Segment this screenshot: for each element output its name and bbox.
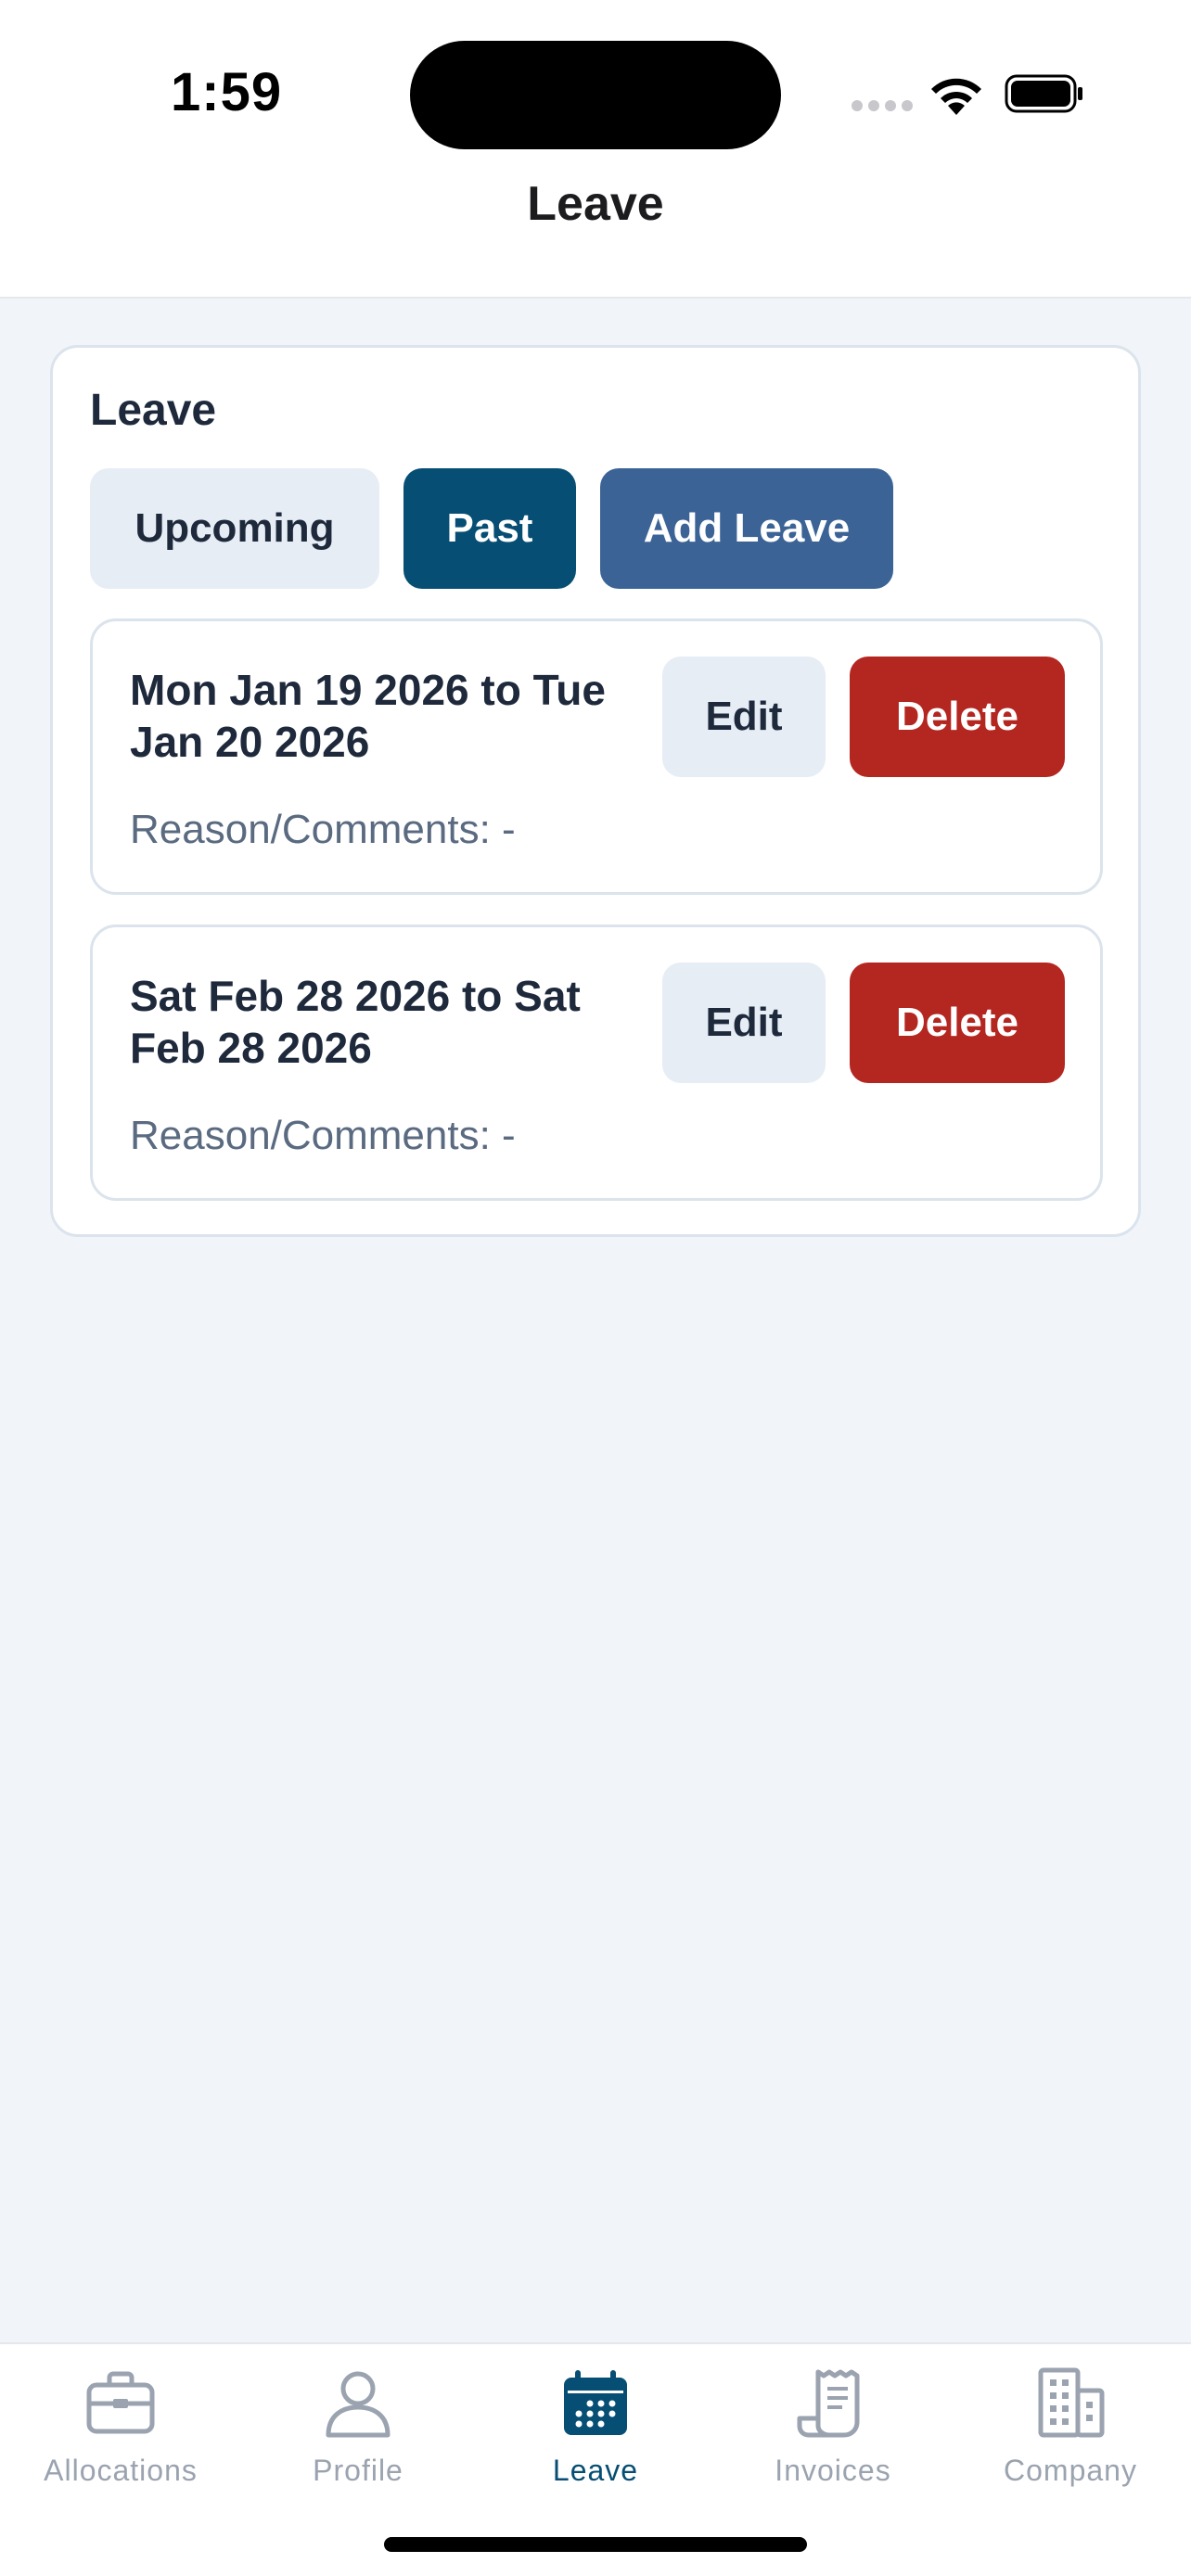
leave-item: Sat Feb 28 2026 to Sat Feb 28 2026 Reaso… xyxy=(90,925,1103,1201)
battery-icon xyxy=(1005,74,1082,113)
tab-company[interactable]: Company xyxy=(952,2344,1189,2502)
tab-label: Invoices xyxy=(775,2454,891,2487)
building-icon xyxy=(1038,2367,1105,2438)
tab-label: Profile xyxy=(313,2454,403,2487)
tab-invoices[interactable]: Invoices xyxy=(714,2344,952,2502)
person-icon xyxy=(326,2371,391,2438)
tab-label: Leave xyxy=(552,2454,639,2487)
receipt-icon xyxy=(797,2369,860,2438)
tab-profile[interactable]: Profile xyxy=(239,2344,477,2502)
tab-label: Allocations xyxy=(44,2454,198,2487)
briefcase-icon xyxy=(86,2371,155,2434)
card-title: Leave xyxy=(90,386,217,435)
tab-label: Company xyxy=(1004,2454,1137,2487)
past-button[interactable]: Past xyxy=(403,468,576,589)
status-bar: 1:59 xyxy=(0,0,1191,176)
cellular-signal-icon xyxy=(852,100,913,111)
delete-button[interactable]: Delete xyxy=(850,657,1065,777)
edit-button[interactable]: Edit xyxy=(662,963,826,1083)
home-indicator xyxy=(384,2537,807,2552)
filter-button-row: Upcoming Past Add Leave xyxy=(90,468,893,589)
navigation-bar: Leave xyxy=(0,176,1191,299)
leave-dates: Sat Feb 28 2026 to Sat Feb 28 2026 xyxy=(130,972,581,1072)
wifi-icon xyxy=(931,78,981,115)
add-leave-button[interactable]: Add Leave xyxy=(600,468,893,589)
upcoming-button[interactable]: Upcoming xyxy=(90,468,379,589)
tab-leave[interactable]: Leave xyxy=(477,2344,714,2502)
leave-dates: Mon Jan 19 2026 to Tue Jan 20 2026 xyxy=(130,666,606,766)
tab-allocations[interactable]: Allocations xyxy=(2,2344,239,2502)
edit-button[interactable]: Edit xyxy=(662,657,826,777)
dynamic-island xyxy=(410,41,781,149)
page-title: Leave xyxy=(527,177,664,231)
status-time: 1:59 xyxy=(171,62,283,122)
calendar-icon xyxy=(564,2370,627,2435)
leave-reason: Reason/Comments: - xyxy=(130,807,516,852)
leave-item: Mon Jan 19 2026 to Tue Jan 20 2026 Reaso… xyxy=(90,618,1103,895)
leave-card: Leave Upcoming Past Add Leave Mon Jan 19… xyxy=(50,345,1141,1237)
delete-button[interactable]: Delete xyxy=(850,963,1065,1083)
leave-reason: Reason/Comments: - xyxy=(130,1113,516,1158)
